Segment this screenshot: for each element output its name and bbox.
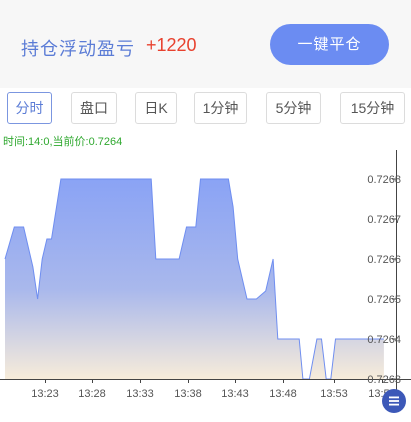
x-tick-label: 13:43	[221, 388, 249, 400]
price-area-fill	[5, 179, 384, 379]
menu-icon	[389, 396, 399, 406]
x-tick-label: 13:38	[174, 388, 202, 400]
y-tick-label: 0.7267	[367, 214, 401, 226]
y-tick-label: 0.7266	[367, 254, 401, 266]
menu-button[interactable]	[382, 389, 406, 413]
x-tick-label: 13:28	[78, 388, 106, 400]
x-tick-label: 13:23	[31, 388, 59, 400]
x-tick-label: 13:48	[269, 388, 297, 400]
x-tick-label: 13:53	[320, 388, 348, 400]
x-tick-label: 13:33	[126, 388, 154, 400]
y-tick-label: 0.7265	[367, 294, 401, 306]
timeshare-chart: 0.7268 0.7267 0.7266 0.7265 0.7264 0.7263 13:2…	[0, 150, 411, 400]
y-tick-label: 0.7263	[367, 374, 401, 386]
y-tick-label: 0.7268	[367, 174, 401, 186]
y-tick-label: 0.7264	[367, 334, 401, 346]
